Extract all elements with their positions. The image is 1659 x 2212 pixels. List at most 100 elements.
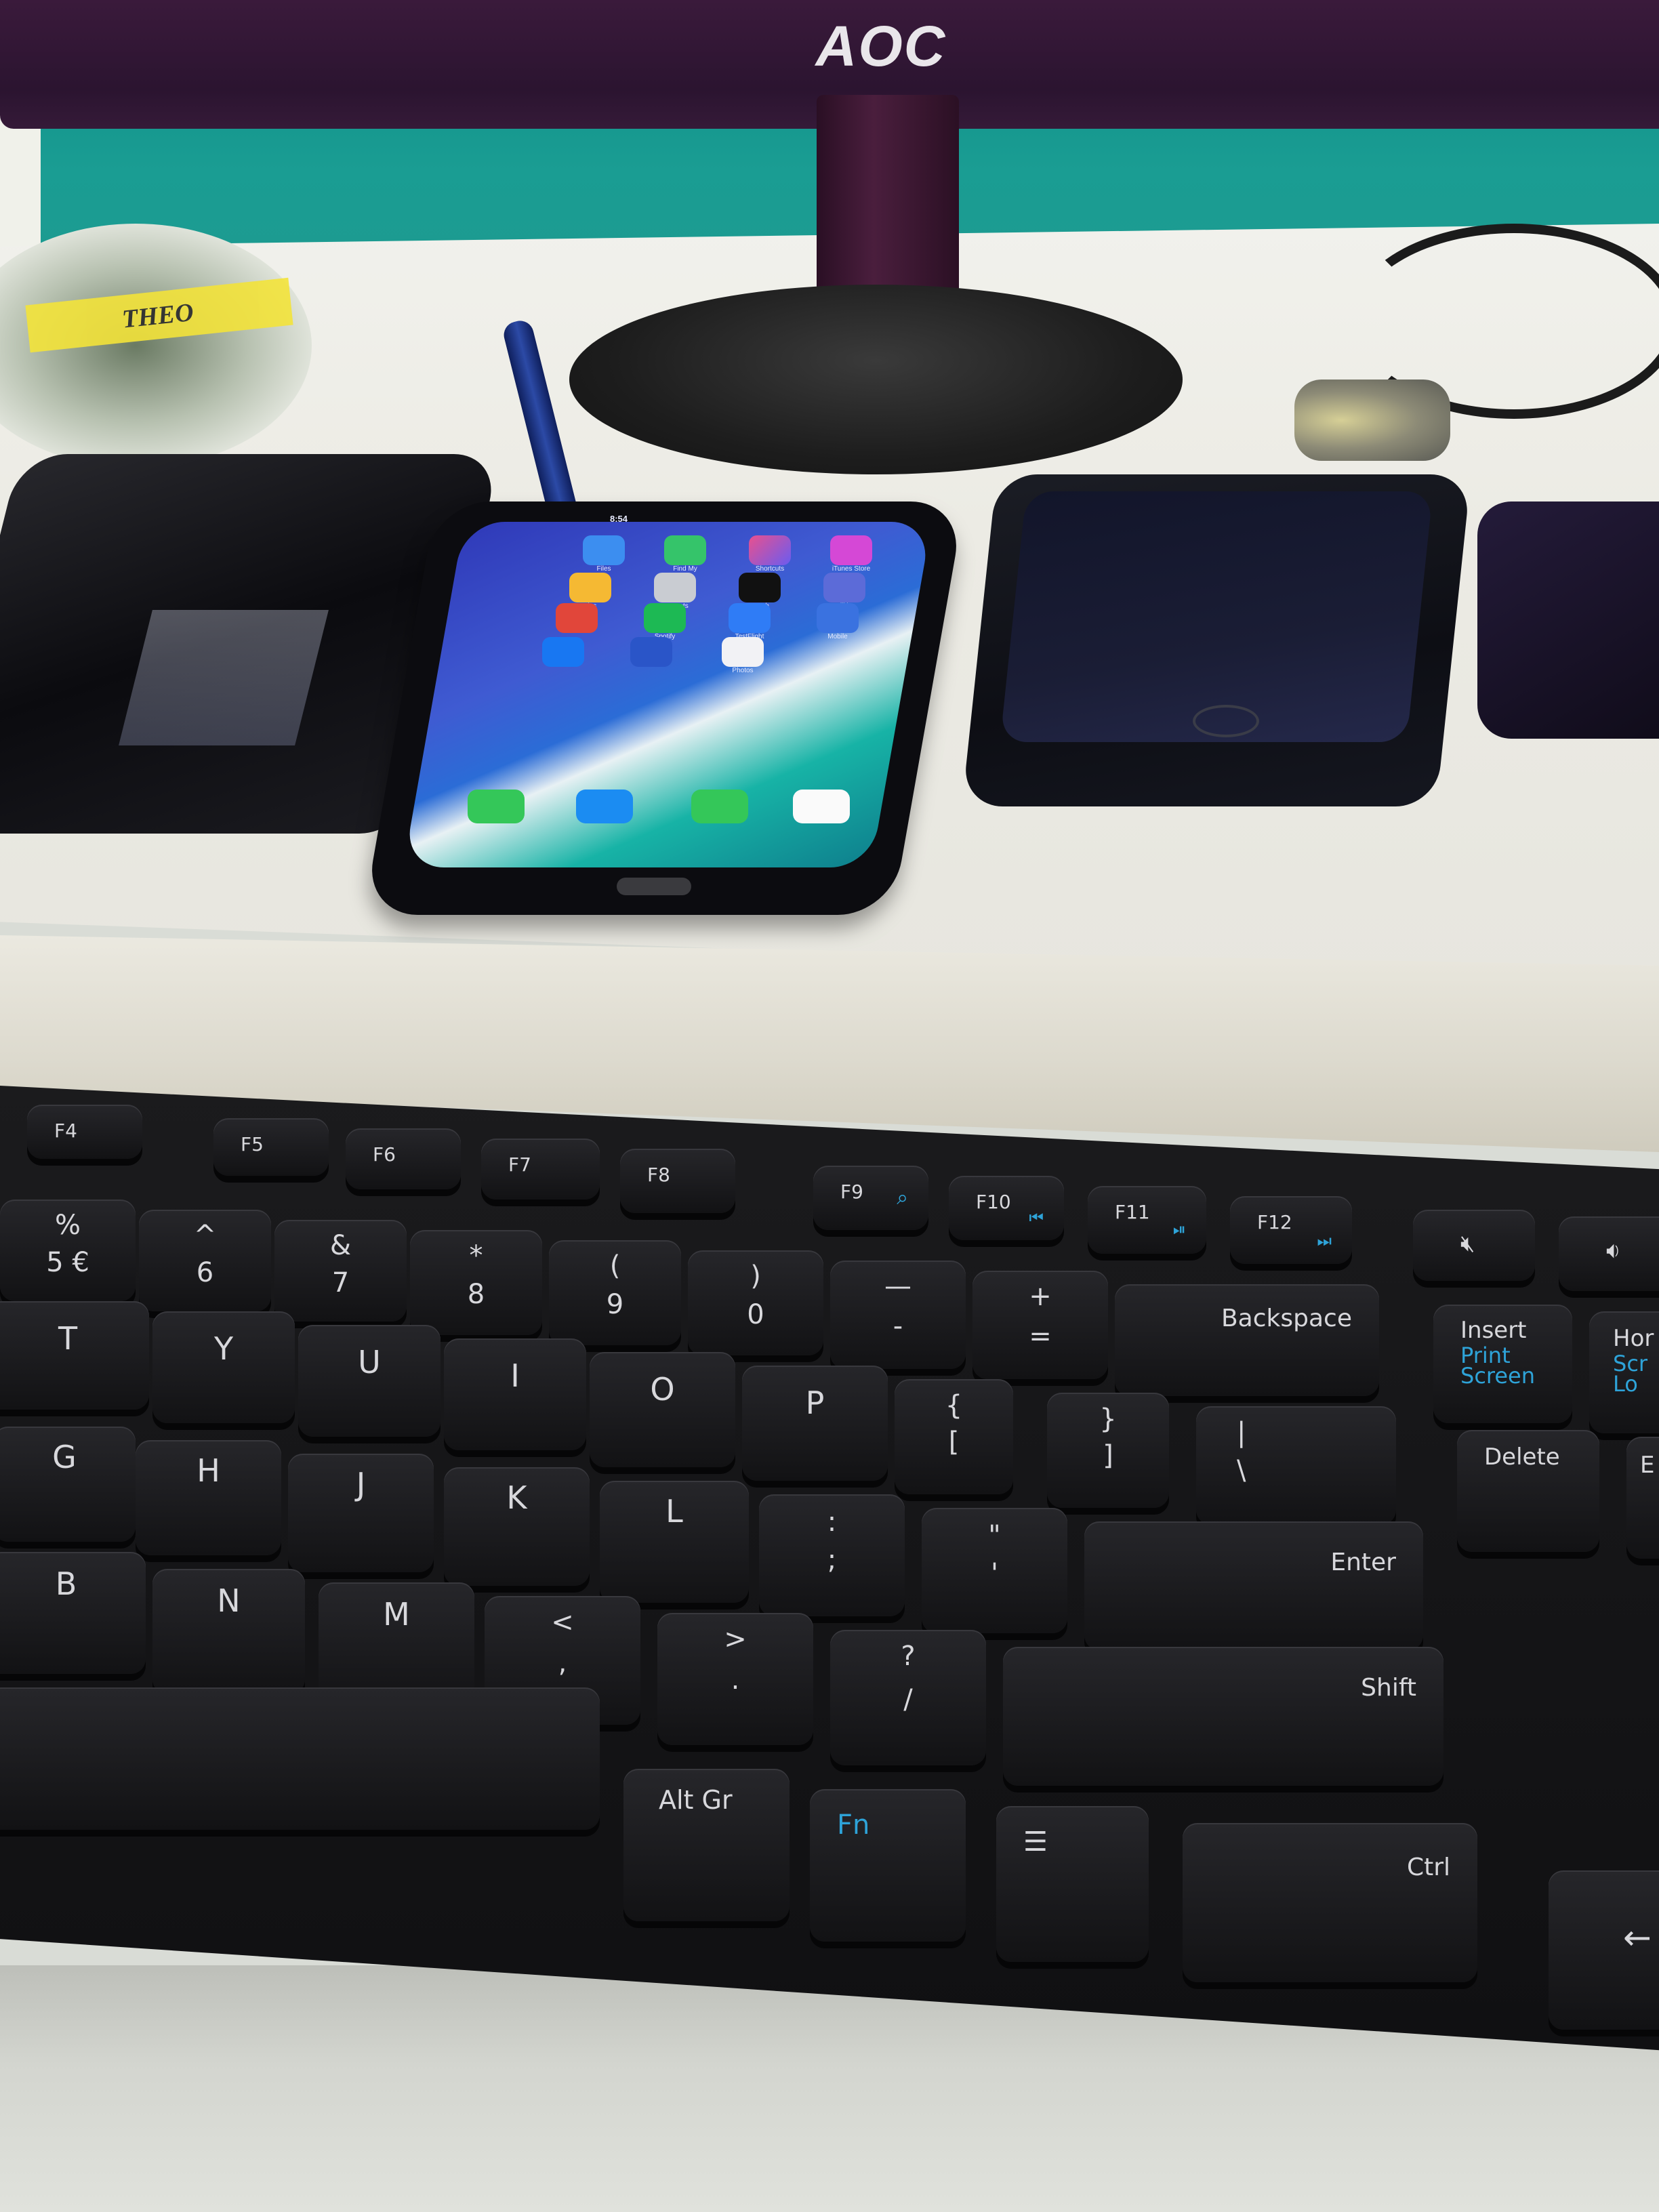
key-f9[interactable]: F9 ⌕ xyxy=(813,1166,928,1230)
key-label: Shift xyxy=(1361,1674,1416,1702)
key-l[interactable]: L xyxy=(600,1481,749,1603)
key-label: " xyxy=(988,1520,1001,1551)
next-track-icon: ⏭ xyxy=(1317,1231,1332,1250)
previous-track-icon: ⏮ xyxy=(1029,1208,1044,1227)
key-label: } xyxy=(1099,1404,1117,1435)
key-k[interactable]: K xyxy=(444,1467,590,1586)
key-label: F11 xyxy=(1115,1201,1150,1223)
key-label: % xyxy=(54,1210,81,1241)
key-ctrl-right[interactable]: Ctrl xyxy=(1183,1823,1477,1982)
key-label: U xyxy=(358,1344,381,1380)
key-n[interactable]: N xyxy=(152,1569,305,1694)
menu-icon: ☰ xyxy=(1023,1826,1048,1858)
key-insert[interactable]: Insert Print Screen xyxy=(1433,1305,1572,1423)
key-f7[interactable]: F7 xyxy=(481,1139,600,1200)
key-5[interactable]: % 5 € xyxy=(0,1200,136,1301)
key-label: - xyxy=(893,1311,903,1342)
key-slash[interactable]: ? / xyxy=(830,1630,986,1765)
key-6[interactable]: ^ 6 xyxy=(139,1210,271,1311)
key-f5[interactable]: F5 xyxy=(213,1118,329,1176)
key-h[interactable]: H xyxy=(136,1440,281,1555)
key-label: Scr Lo xyxy=(1613,1351,1648,1397)
key-label: ' xyxy=(991,1558,998,1589)
key-mute[interactable]: 🔇︎ xyxy=(1413,1210,1535,1281)
key-f12[interactable]: F12 ⏭ xyxy=(1230,1196,1352,1264)
key-8[interactable]: * 8 xyxy=(410,1230,542,1335)
key-fn[interactable]: Fn xyxy=(810,1789,966,1942)
key-label: ; xyxy=(827,1544,837,1576)
key-7[interactable]: & 7 xyxy=(274,1220,407,1322)
key-label: ^ xyxy=(193,1220,217,1251)
key-label: O xyxy=(650,1371,675,1408)
key-period[interactable]: >. xyxy=(657,1613,813,1745)
key-9[interactable]: (9 xyxy=(549,1240,681,1345)
key-label: E xyxy=(1640,1452,1655,1479)
key-b[interactable]: B xyxy=(0,1552,146,1674)
key-label: ? xyxy=(901,1641,916,1672)
key-label: Ctrl xyxy=(1406,1853,1450,1881)
key-label: ] xyxy=(1103,1440,1113,1471)
key-label: L xyxy=(665,1493,683,1530)
key-quote[interactable]: " ' xyxy=(922,1508,1067,1633)
key-equals[interactable]: + = xyxy=(972,1271,1108,1379)
key-p[interactable]: P xyxy=(742,1366,888,1481)
key-label: { xyxy=(945,1390,963,1421)
key-label: + xyxy=(1029,1281,1052,1312)
key-label: — xyxy=(884,1271,912,1302)
key-f4[interactable]: F4 xyxy=(27,1105,142,1159)
key-backslash[interactable]: | \ xyxy=(1196,1406,1396,1525)
keys-layer: F4 F5 F6 F7 F8 F9 ⌕ F10 ⏮ F11 ⏯ F12 ⏭ 🔇︎ 🔉︎ … xyxy=(0,0,1659,2212)
key-label: 8 xyxy=(467,1279,485,1310)
key-space[interactable] xyxy=(0,1687,600,1830)
key-enter[interactable]: Enter xyxy=(1084,1521,1423,1650)
key-label: 0 xyxy=(747,1299,764,1330)
key-g[interactable]: G xyxy=(0,1427,136,1542)
key-home[interactable]: Hor Scr Lo xyxy=(1589,1311,1659,1433)
key-f8[interactable]: F8 xyxy=(620,1149,735,1213)
key-minus[interactable]: — - xyxy=(830,1261,966,1369)
key-label: Print Screen xyxy=(1460,1343,1536,1389)
search-icon: ⌕ xyxy=(897,1186,908,1210)
key-label: J xyxy=(356,1466,366,1502)
key-label: F8 xyxy=(647,1164,670,1186)
key-label: F7 xyxy=(508,1153,531,1176)
key-altgr[interactable]: Alt Gr xyxy=(623,1769,790,1921)
key-end[interactable]: E xyxy=(1626,1437,1659,1559)
key-arrow-left[interactable]: ← xyxy=(1549,1870,1659,2030)
key-label: : xyxy=(827,1507,837,1538)
key-label: T xyxy=(58,1320,78,1357)
key-f6[interactable]: F6 xyxy=(346,1128,461,1189)
key-label: Hor xyxy=(1613,1325,1654,1352)
key-label: Alt Gr xyxy=(659,1785,733,1815)
key-label: Fn xyxy=(837,1809,870,1841)
key-label: ← xyxy=(1623,1918,1652,1957)
key-label: Backspace xyxy=(1221,1305,1352,1332)
key-i[interactable]: I xyxy=(444,1338,586,1450)
key-label: Y xyxy=(213,1330,234,1367)
key-o[interactable]: O xyxy=(590,1352,735,1467)
key-f10[interactable]: F10 ⏮ xyxy=(949,1176,1064,1240)
key-left-bracket[interactable]: {[ xyxy=(895,1379,1013,1494)
key-u[interactable]: U xyxy=(298,1325,441,1437)
key-menu[interactable]: ☰ xyxy=(996,1806,1149,1962)
volume-down-icon: 🔉︎ xyxy=(1606,1237,1621,1264)
key-right-bracket[interactable]: }] xyxy=(1047,1393,1169,1508)
key-label: \ xyxy=(1237,1455,1246,1486)
key-label: & xyxy=(329,1230,352,1261)
key-semicolon[interactable]: :; xyxy=(759,1494,905,1616)
key-y[interactable]: Y xyxy=(152,1311,295,1423)
key-label: Insert xyxy=(1460,1317,1527,1344)
key-j[interactable]: J xyxy=(288,1454,434,1572)
key-delete[interactable]: Delete xyxy=(1457,1430,1599,1552)
key-0[interactable]: ) 0 xyxy=(688,1250,823,1355)
key-f11[interactable]: F11 ⏯ xyxy=(1088,1186,1206,1254)
key-label: 6 xyxy=(196,1257,214,1288)
key-label: K xyxy=(506,1479,527,1516)
key-volume-down[interactable]: 🔉︎ xyxy=(1559,1216,1659,1291)
key-label: H xyxy=(197,1452,220,1489)
key-label: | xyxy=(1237,1417,1246,1448)
key-label: 7 xyxy=(331,1267,350,1298)
key-shift-right[interactable]: Shift xyxy=(1003,1647,1443,1786)
key-backspace[interactable]: Backspace xyxy=(1115,1284,1379,1396)
key-t[interactable]: T xyxy=(0,1301,149,1410)
